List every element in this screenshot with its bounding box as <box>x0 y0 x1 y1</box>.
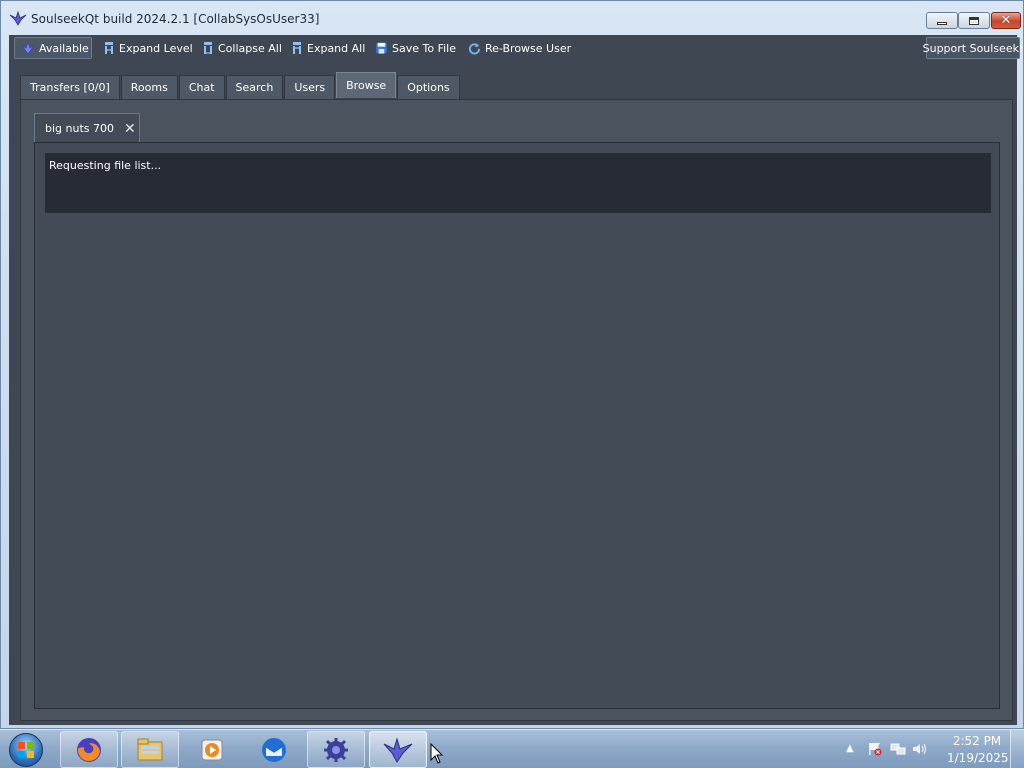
expand-level-icon <box>105 42 113 54</box>
app-gear-icon <box>324 737 348 762</box>
start-button[interactable] <box>4 731 48 768</box>
close-icon: ✕ <box>1000 13 1012 28</box>
taskbar-firefox[interactable] <box>60 731 118 768</box>
volume-icon[interactable] <box>912 742 928 756</box>
thunderbird-icon <box>262 737 286 762</box>
taskbar: ▲ 2:52 PM 1/19/2025 <box>0 729 1024 768</box>
save-to-file-label: Save To File <box>392 41 456 55</box>
collapse-all-icon <box>204 42 212 54</box>
toolbar: Available Expand Level Collapse All Expa… <box>9 35 1023 62</box>
show-hidden-icons-icon[interactable]: ▲ <box>846 743 862 757</box>
user-browse-tab[interactable]: big nuts 700 ✕ <box>34 113 140 143</box>
taskbar-soulseek[interactable] <box>369 731 427 768</box>
mouse-cursor-icon <box>430 743 444 764</box>
title-bar[interactable]: SoulseekQt build 2024.2.1 [CollabSysOsUs… <box>1 1 1023 35</box>
app-client-area: Available Expand Level Collapse All Expa… <box>9 35 1023 725</box>
network-icon[interactable] <box>890 742 906 756</box>
tab-chat[interactable]: Chat <box>178 75 225 99</box>
collapse-all-label: Collapse All <box>218 41 282 55</box>
app-window: SoulseekQt build 2024.2.1 [CollabSysOsUs… <box>0 0 1024 729</box>
tab-transfers[interactable]: Transfers [0/0] <box>20 75 120 99</box>
taskbar-file-explorer[interactable] <box>121 731 179 768</box>
expand-all-icon <box>293 42 301 54</box>
rebrowse-user-button[interactable]: Re-Browse User <box>468 37 571 59</box>
tab-options[interactable]: Options <box>397 75 460 99</box>
minimize-icon <box>937 22 947 25</box>
soulseek-bird-icon <box>21 41 35 55</box>
windows-logo-icon <box>9 732 43 767</box>
status-label: Available <box>39 41 89 55</box>
expand-level-button[interactable]: Expand Level <box>103 37 193 59</box>
tab-search[interactable]: Search <box>225 75 284 99</box>
media-player-icon <box>201 739 223 760</box>
tab-users[interactable]: Users <box>284 75 336 99</box>
expand-all-label: Expand All <box>307 41 366 55</box>
close-button[interactable]: ✕ <box>991 12 1021 29</box>
status-button[interactable]: Available <box>14 37 92 59</box>
taskbar-app[interactable] <box>307 731 365 768</box>
taskbar-thunderbird[interactable] <box>245 731 303 768</box>
window-title: SoulseekQt build 2024.2.1 [CollabSysOsUs… <box>31 12 320 26</box>
system-tray: ▲ 2:52 PM 1/19/2025 <box>834 730 1024 768</box>
minimize-button[interactable] <box>926 12 958 29</box>
status-message: Requesting file list... <box>49 159 162 172</box>
expand-level-label: Expand Level <box>119 41 193 55</box>
support-soulseek-label: Support Soulseek! <box>922 41 1024 55</box>
maximize-button[interactable] <box>958 12 990 29</box>
action-center-flag-icon[interactable] <box>867 742 883 756</box>
file-list-status: Requesting file list... <box>45 153 991 213</box>
support-soulseek-button[interactable]: Support Soulseek! <box>923 37 1023 59</box>
file-list-panel: Requesting file list... <box>34 142 1000 709</box>
clock-time[interactable]: 2:52 PM <box>947 734 1007 748</box>
save-to-file-button[interactable]: Save To File <box>375 37 456 59</box>
clock-date[interactable]: 1/19/2025 <box>947 751 1009 765</box>
soulseek-bird-icon <box>9 10 27 26</box>
expand-all-button[interactable]: Expand All <box>291 37 365 59</box>
collapse-all-button[interactable]: Collapse All <box>202 37 282 59</box>
file-explorer-icon <box>137 738 163 760</box>
taskbar-media-player[interactable] <box>183 731 241 768</box>
maximize-icon <box>969 16 979 25</box>
close-tab-icon[interactable]: ✕ <box>124 122 136 136</box>
soulseek-icon <box>383 736 413 763</box>
user-browse-tab-label: big nuts 700 <box>45 122 114 135</box>
show-desktop-button[interactable] <box>1010 730 1024 768</box>
refresh-icon <box>468 43 481 55</box>
firefox-icon <box>77 737 101 762</box>
browse-panel: big nuts 700 ✕ Requesting file list... <box>20 99 1013 721</box>
main-tabs: Transfers [0/0] Rooms Chat Search Users … <box>20 72 461 99</box>
tab-browse[interactable]: Browse <box>336 72 397 98</box>
rebrowse-user-label: Re-Browse User <box>485 41 572 55</box>
floppy-disk-icon <box>375 42 388 54</box>
tab-rooms[interactable]: Rooms <box>120 75 178 99</box>
